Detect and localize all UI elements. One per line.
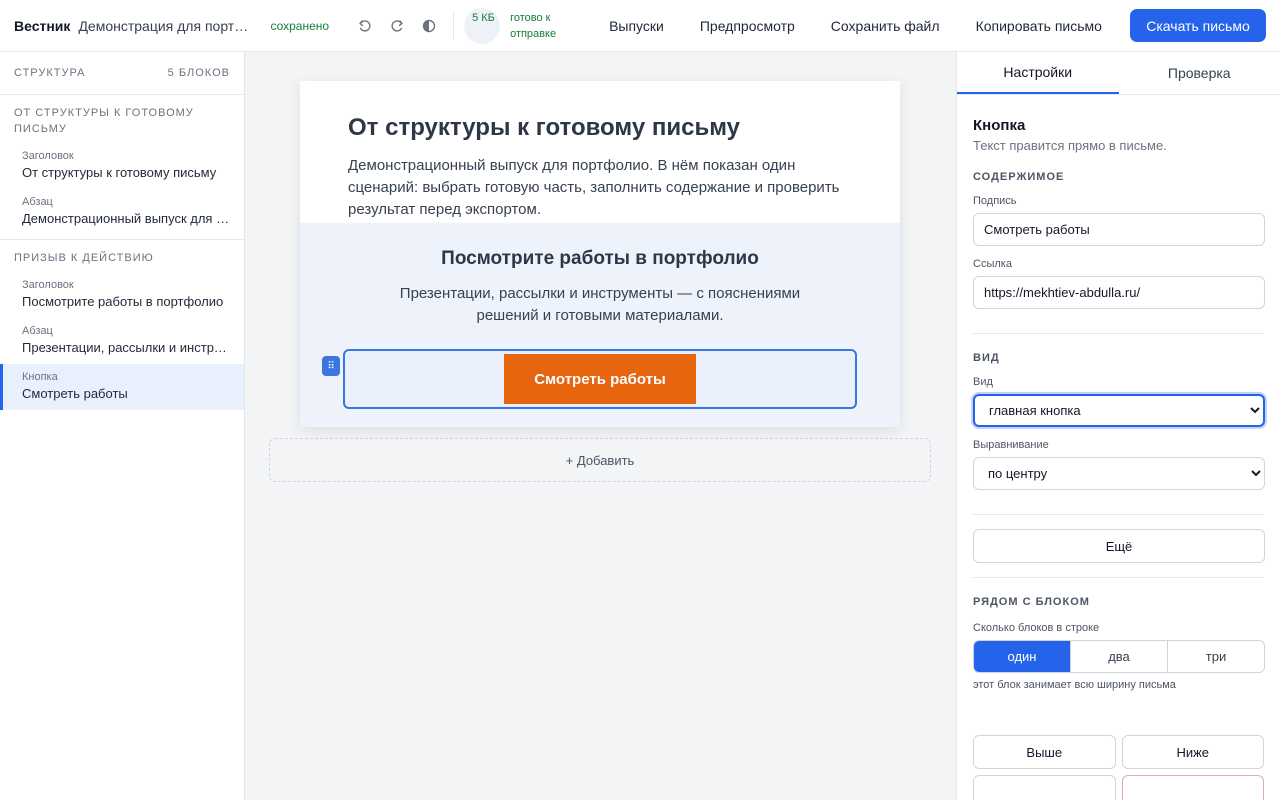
settings-panel: Настройки Проверка Кнопка Текст правится… [956,52,1280,800]
per-row-hint: этот блок занимает всю ширину письма [973,679,1176,691]
nav-issues[interactable]: Выпуски [609,18,664,34]
block-count: 5 БЛОКОВ [167,67,230,79]
letter-title[interactable]: От структуры к готовому письму [348,113,852,143]
contrast-icon[interactable] [413,10,445,42]
redo-icon[interactable] [381,10,413,42]
content-section-title: СОДЕРЖИМОЕ [973,171,1065,183]
block-type: Абзац [22,196,53,208]
divider [973,577,1264,578]
editor-canvas: От структуры к готовому письму Демонстра… [245,52,956,800]
sidebar-item-button[interactable]: Кнопка Смотреть работы [0,364,244,410]
letter-intro[interactable]: Демонстрационный выпуск для портфолио. В… [348,155,852,221]
download-button[interactable]: Скачать письмо [1130,9,1266,42]
section-title: ОТ СТРУКТУРЫ К ГОТОВОМУ ПИСЬМУ [14,107,194,135]
block-type: Заголовок [22,150,74,162]
tab-settings[interactable]: Настройки [957,52,1119,94]
sidebar-item-cta-heading[interactable]: Заголовок Посмотрите работы в портфолио [0,272,244,318]
caption-label: Подпись [973,195,1017,207]
structure-sidebar: СТРУКТУРА 5 БЛОКОВ ОТ СТРУКТУРЫ К ГОТОВО… [0,52,245,800]
link-label: Ссылка [973,258,1012,270]
more-button[interactable]: Ещё [973,529,1265,563]
app-brand: Вестник [14,17,71,34]
letter-preview: От структуры к готовому письму Демонстра… [300,81,900,427]
duplicate-button[interactable] [973,775,1116,800]
sidebar-item-heading[interactable]: Заголовок От структуры к готовому письму [0,143,244,189]
section-title: ПРИЗЫВ К ДЕЙСТВИЮ [14,252,154,264]
beside-section-title: РЯДОМ С БЛОКОМ [973,596,1090,608]
sidebar-item-paragraph[interactable]: Абзац Демонстрационный выпуск для портфо… [0,189,244,235]
selected-button-block[interactable]: Смотреть работы [343,349,857,409]
toolbar-divider [453,11,455,40]
style-select[interactable]: главная кнопка [973,394,1265,427]
nav-copy-letter[interactable]: Копировать письмо [976,18,1102,34]
nav-save-file[interactable]: Сохранить файл [831,18,940,34]
move-buttons: Выше Ниже [973,735,1264,769]
caption-input[interactable] [973,213,1265,246]
ready-status: готово к отправке [510,11,557,40]
block-type: Заголовок [22,279,74,291]
per-row-label: Сколько блоков в строке [973,622,1100,634]
block-hint: Текст правится прямо в письме. [973,138,1167,153]
per-row-two[interactable]: два [1071,641,1168,672]
per-row-three[interactable]: три [1168,641,1264,672]
link-input[interactable] [973,276,1265,309]
style-label: Вид [973,376,993,388]
align-select[interactable]: по центру [973,457,1265,490]
block-label: Смотреть работы [22,386,128,401]
panel-body: Кнопка Текст правится прямо в письме. СО… [957,117,1280,800]
nav-preview[interactable]: Предпросмотр [700,18,795,34]
move-up-button[interactable]: Выше [973,735,1116,769]
move-down-button[interactable]: Ниже [1121,735,1264,769]
save-status: сохранено [270,18,330,33]
block-label: Посмотрите работы в портфолио [22,294,224,309]
cta-title[interactable]: Посмотрите работы в портфолио [300,247,900,271]
block-label: От структуры к готовому письму [22,165,217,180]
add-block-button[interactable]: + Добавить [269,438,931,482]
cta-section: Посмотрите работы в портфолио Презентаци… [300,223,900,427]
divider [973,333,1264,334]
per-row-one[interactable]: один [974,641,1071,672]
view-section-title: ВИД [973,352,1000,364]
block-title: Кнопка [973,117,1026,134]
undo-icon[interactable] [349,10,381,42]
per-row-segmented: один два три [973,640,1265,673]
intro-section: От структуры к готовому письму Демонстра… [300,81,900,223]
delete-button[interactable] [1121,775,1264,800]
top-nav: Выпуски Предпросмотр Сохранить файл Копи… [609,18,1102,34]
divider [973,514,1264,515]
panel-tabs: Настройки Проверка [957,52,1280,95]
sidebar-item-cta-paragraph[interactable]: Абзац Презентации, рассылки и инструмент… [0,318,244,364]
block-type: Абзац [22,325,53,337]
letter-button[interactable]: Смотреть работы [504,354,696,404]
size-badge: 5 КБ [464,7,501,44]
block-label: Демонстрационный выпуск для портфолио [22,211,230,226]
drag-handle-icon[interactable]: ⠿ [322,356,340,376]
block-label: Презентации, рассылки и инструменты [22,340,230,355]
document-title[interactable]: Демонстрация для портфолио [78,18,254,34]
block-type: Кнопка [22,371,58,383]
tab-check[interactable]: Проверка [1119,52,1280,94]
cta-text[interactable]: Презентации, рассылки и инструменты — с … [370,283,830,327]
top-bar: Вестник Демонстрация для портфолио сохра… [0,0,1280,52]
align-label: Выравнивание [973,439,1049,451]
extra-buttons [973,775,1264,800]
structure-header: СТРУКТУРА 5 БЛОКОВ [0,52,244,95]
structure-title: СТРУКТУРА [14,67,86,79]
